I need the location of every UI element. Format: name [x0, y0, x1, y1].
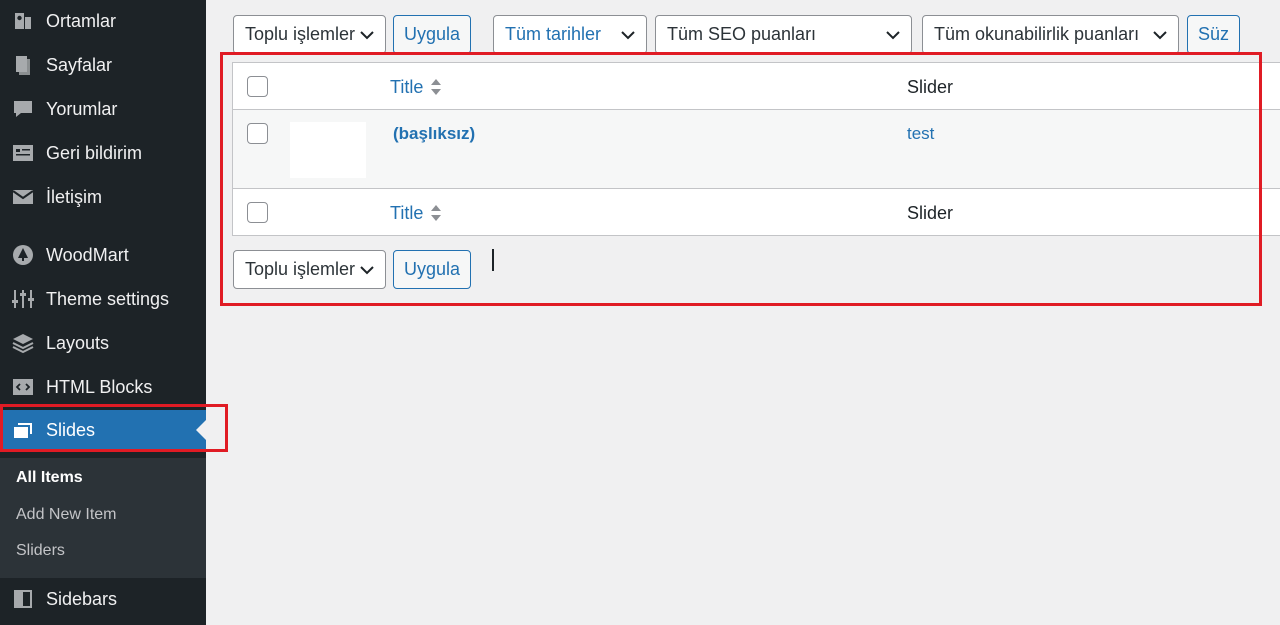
- sidebar-item-slides[interactable]: Slides: [0, 410, 206, 450]
- sidebar-item-sidebars[interactable]: Sidebars: [0, 579, 206, 619]
- sidebar-item-theme-settings[interactable]: Theme settings: [0, 279, 206, 319]
- row-checkbox[interactable]: [247, 123, 268, 144]
- sidebar-item-label: Slides: [46, 419, 96, 440]
- bulk-actions-label: Toplu işlemler: [245, 24, 356, 44]
- sidebar-item-ortamlar[interactable]: Ortamlar: [0, 1, 206, 41]
- current-menu-arrow: [196, 420, 206, 440]
- sidebar-item-label: WoodMart: [46, 244, 129, 265]
- filter-button[interactable]: Süz: [1187, 15, 1240, 54]
- seo-filter-label: Tüm SEO puanları: [667, 24, 817, 44]
- apply-button-top[interactable]: Uygula: [393, 15, 471, 54]
- feedback-icon: [0, 141, 46, 165]
- chevron-down-icon: [1153, 30, 1167, 39]
- mail-icon: [0, 185, 46, 209]
- sidebar-item-label: HTML Blocks: [46, 376, 153, 397]
- sidebar-item-label: İletişim: [46, 186, 103, 207]
- dates-filter-select[interactable]: Tüm tarihler: [493, 15, 647, 54]
- table-bottom-border: [233, 235, 1280, 236]
- chevron-down-icon: [360, 265, 374, 274]
- sidebar-item-label: Geri bildirim: [46, 142, 143, 163]
- media-icon: [0, 9, 46, 33]
- submenu-add-new-item[interactable]: Add New Item: [16, 506, 116, 524]
- chevron-down-icon: [886, 30, 900, 39]
- text-cursor: [492, 249, 494, 271]
- sort-icon[interactable]: [430, 77, 442, 97]
- sidebar-item-yorumlar[interactable]: Yorumlar: [0, 89, 206, 129]
- row-title-link[interactable]: (başlıksız): [393, 124, 475, 144]
- readability-filter-select[interactable]: Tüm okunabilirlik puanları: [922, 15, 1179, 54]
- layers-icon: [0, 331, 46, 355]
- row-thumbnail: [289, 121, 367, 179]
- submenu-all-items[interactable]: All Items: [16, 469, 83, 487]
- woodmart-icon: [0, 243, 46, 267]
- table-row: (başlıksız) test: [233, 110, 1280, 188]
- sidebar-item-iletisim[interactable]: İletişim: [0, 177, 206, 217]
- seo-filter-select[interactable]: Tüm SEO puanları: [655, 15, 912, 54]
- sidebar-icon: [0, 587, 46, 611]
- apply-button-bottom[interactable]: Uygula: [393, 250, 471, 289]
- title-column-footer[interactable]: Title: [390, 203, 423, 224]
- row-slider-link[interactable]: test: [907, 124, 934, 144]
- bulk-actions-label: Toplu işlemler: [245, 259, 356, 279]
- slider-column-header: Slider: [907, 77, 954, 97]
- comments-icon: [0, 97, 46, 121]
- admin-sidebar: Ortamlar Sayfalar Yorumlar Geri bildirim…: [0, 0, 206, 625]
- posts-table: Title Slider (başlıksız) test Title Slid…: [232, 62, 1280, 236]
- sidebar-item-woodmart[interactable]: WoodMart: [0, 235, 206, 275]
- footer-divider: [233, 188, 1280, 189]
- sidebar-item-label: Ortamlar: [46, 10, 117, 31]
- select-all-checkbox-top[interactable]: [247, 76, 268, 97]
- sidebar-item-label: Yorumlar: [46, 98, 118, 119]
- code-block-icon: [0, 375, 46, 399]
- select-all-checkbox-bottom[interactable]: [247, 202, 268, 223]
- readability-filter-label: Tüm okunabilirlik puanları: [934, 24, 1140, 44]
- pages-icon: [0, 53, 46, 77]
- sidebar-item-label: Layouts: [46, 332, 110, 353]
- dates-filter-label: Tüm tarihler: [505, 24, 602, 44]
- bulk-actions-select-top[interactable]: Toplu işlemler: [233, 15, 386, 54]
- bulk-actions-select-bottom[interactable]: Toplu işlemler: [233, 250, 386, 289]
- chevron-down-icon: [360, 30, 374, 39]
- submenu-sliders[interactable]: Sliders: [16, 542, 65, 560]
- chevron-down-icon: [621, 30, 635, 39]
- sidebar-item-label: Theme settings: [46, 288, 170, 309]
- sliders-icon: [0, 287, 46, 311]
- sidebar-item-html-blocks[interactable]: HTML Blocks: [0, 367, 206, 407]
- slides-submenu: All Items Add New Item Sliders: [0, 458, 206, 578]
- slider-column-footer: Slider: [907, 203, 954, 223]
- sort-icon[interactable]: [430, 203, 442, 223]
- sidebar-item-label: Sidebars: [46, 588, 118, 609]
- sidebar-item-label: Sayfalar: [46, 54, 113, 75]
- sidebar-item-layouts[interactable]: Layouts: [0, 323, 206, 363]
- slides-icon: [0, 418, 46, 442]
- sidebar-item-geri-bildirim[interactable]: Geri bildirim: [0, 133, 206, 173]
- sidebar-item-sayfalar[interactable]: Sayfalar: [0, 45, 206, 85]
- title-column-header[interactable]: Title: [390, 77, 423, 98]
